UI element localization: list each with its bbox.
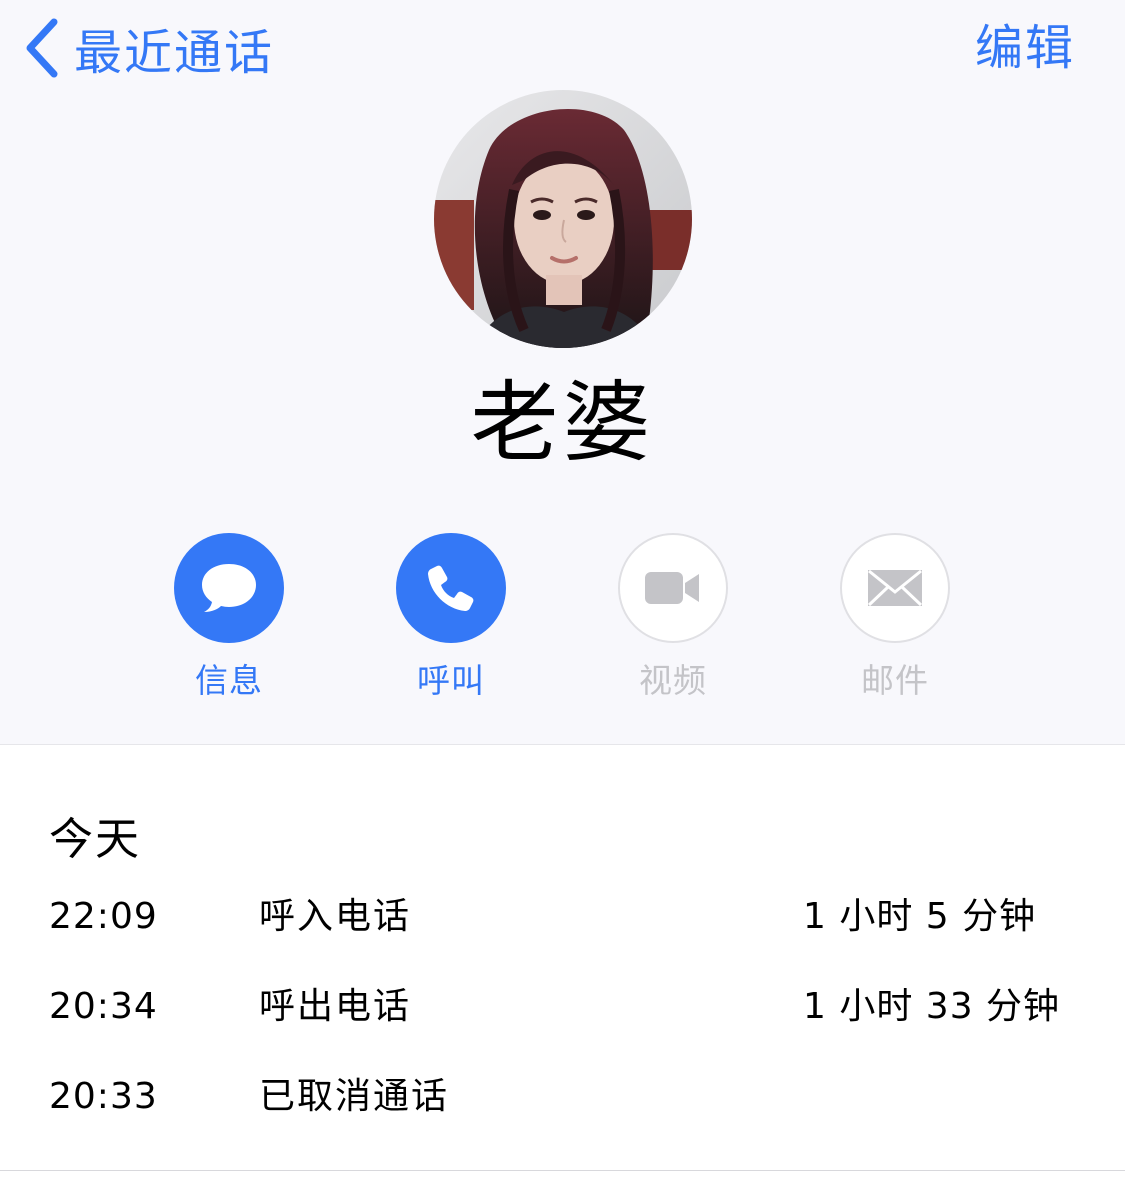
message-action-label: 信息	[195, 661, 263, 700]
call-type: 呼出电话	[259, 986, 412, 1027]
contact-name: 老婆	[470, 371, 655, 474]
back-button[interactable]: 最近通话	[22, 14, 274, 82]
mail-action-label: 邮件	[861, 661, 929, 700]
call-duration: 1 小时 33 分钟	[803, 986, 1061, 1027]
call-history-row: 22:09 呼入电话 1 小时 5 分钟	[0, 887, 1125, 947]
message-action-button[interactable]: 信息	[149, 533, 309, 701]
call-history-row: 20:33 已取消通话	[0, 1067, 1125, 1127]
call-action-circle	[396, 533, 506, 643]
video-action-circle	[618, 533, 728, 643]
phone-icon	[428, 565, 474, 611]
call-action-button[interactable]: 呼叫	[371, 533, 531, 701]
mail-action-circle	[840, 533, 950, 643]
call-type: 已取消通话	[259, 1076, 450, 1117]
video-action-button[interactable]: 视频	[593, 533, 753, 701]
message-bubble-icon	[202, 564, 256, 612]
call-duration: 1 小时 5 分钟	[803, 896, 1037, 937]
avatar	[434, 90, 692, 348]
back-button-label: 最近通话	[74, 25, 275, 81]
call-time: 20:34	[49, 986, 158, 1027]
divider	[0, 1170, 1125, 1171]
edit-button[interactable]: 编辑	[975, 14, 1075, 82]
call-time: 22:09	[49, 896, 158, 937]
video-action-label: 视频	[639, 661, 707, 700]
history-section-title: 今天	[49, 814, 141, 865]
contact-header: 最近通话 编辑 老婆 信息 呼叫 视频 邮件	[0, 0, 1125, 745]
chevron-left-icon	[26, 18, 58, 78]
mail-action-button[interactable]: 邮件	[815, 533, 975, 701]
call-type: 呼入电话	[259, 896, 412, 937]
call-history-row: 20:34 呼出电话 1 小时 33 分钟	[0, 977, 1125, 1037]
call-action-label: 呼叫	[417, 661, 485, 700]
call-time: 20:33	[49, 1076, 158, 1117]
envelope-icon	[867, 569, 923, 607]
message-action-circle	[174, 533, 284, 643]
video-camera-icon	[645, 572, 699, 604]
